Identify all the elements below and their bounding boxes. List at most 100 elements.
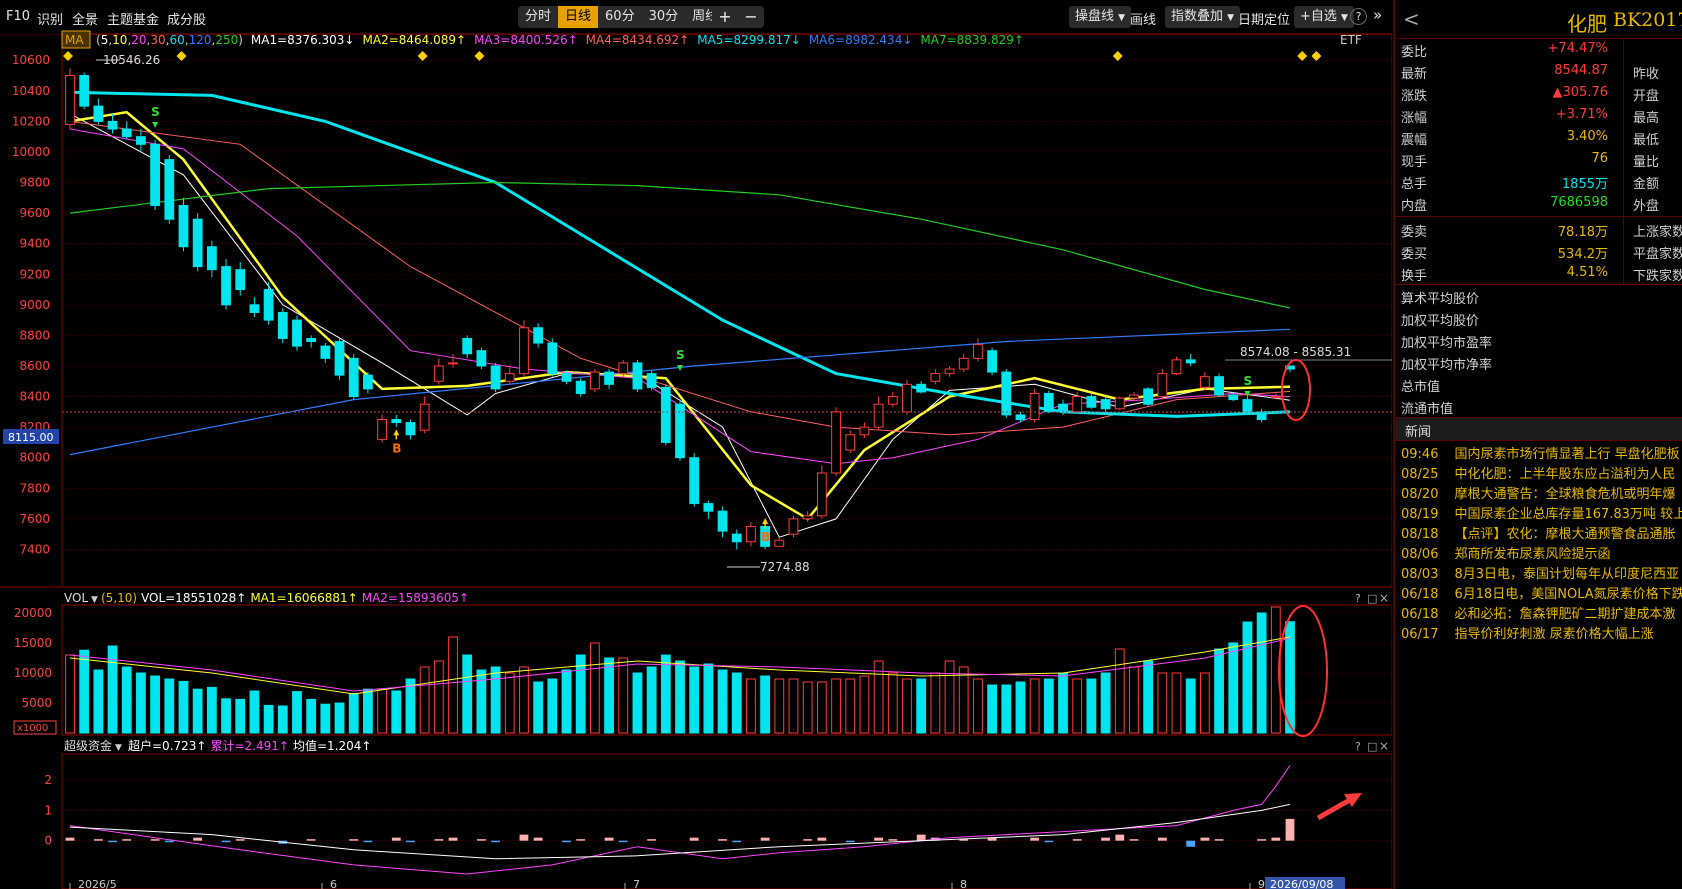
fund-help-icon[interactable]: ?	[1355, 740, 1361, 753]
volume-help-icon[interactable]: ?	[1355, 592, 1361, 605]
quote-row: 涨幅 +3.71% 最高	[1395, 104, 1682, 126]
fund-bar	[1129, 839, 1139, 841]
fund-bar	[122, 839, 132, 841]
news-headline: 必和必拓：詹森钾肥矿二期扩建成本激	[1454, 607, 1676, 622]
news-item[interactable]: 08/20 摩根大通警告：全球粮食危机或明年爆	[1401, 483, 1675, 502]
news-item[interactable]: 08/03 8月3日电，泰国计划每年从印度尼西亚	[1401, 563, 1679, 582]
valuation-item: 加权平均股价	[1401, 314, 1480, 329]
quote-row: 换手 4.51% 下跌家数	[1395, 262, 1682, 284]
quote-label: 涨跌	[1401, 89, 1428, 104]
candle-body	[1086, 396, 1097, 408]
candle-body	[703, 503, 714, 512]
chart-area[interactable]: MA (5,10,20,30,60,120,250) MA1=8376.303↓ M…	[0, 0, 1392, 889]
news-headline: 摩根大通警告：全球粮食危机或明年爆	[1454, 487, 1676, 502]
candle	[221, 258, 231, 310]
candle	[263, 281, 274, 325]
volume-bar	[363, 688, 373, 734]
volume-bar	[1029, 678, 1040, 734]
candle	[1171, 356, 1182, 376]
fund-bar	[491, 840, 500, 843]
candle-body	[1072, 396, 1083, 413]
quote-value: 8544.87	[1554, 63, 1608, 78]
news-item[interactable]: 08/25 中化化肥：上半年股东应占溢利为人民	[1401, 463, 1675, 482]
volume-bar	[533, 681, 544, 734]
fund-bar	[221, 840, 231, 843]
news-headline: 中化化肥：上半年股东应占溢利为人民	[1454, 467, 1676, 482]
fund-title[interactable]: 超级资金	[64, 738, 112, 753]
price-tick-label: 10000	[12, 145, 50, 159]
fund-maximize-icon[interactable]: □	[1367, 740, 1377, 753]
back-icon[interactable]: <	[1403, 7, 1420, 31]
bottom-date-axis: 2026/5 6 7 8 9 2026/09/08	[69, 877, 1345, 889]
quote-row: 委买 534.2万 平盘家数	[1395, 240, 1682, 262]
price-tick-label: 7400	[19, 542, 50, 556]
candle-body	[121, 128, 132, 138]
candle-body	[79, 75, 90, 107]
volume-bar	[519, 666, 529, 734]
candle-body	[433, 365, 444, 382]
candle	[788, 515, 799, 538]
volume-bar	[973, 678, 983, 734]
ma-lines	[69, 90, 1291, 538]
indicator-name: MA	[65, 33, 84, 47]
fund-bar	[1285, 818, 1295, 841]
candle	[1214, 373, 1224, 397]
fund-bar	[108, 840, 117, 843]
volume-tick-label: 20000	[14, 606, 52, 620]
price-tick-label: 8400	[19, 390, 50, 404]
candle	[604, 369, 614, 389]
news-item[interactable]: 06/18 必和必拓：詹森钾肥矿二期扩建成本激	[1401, 603, 1675, 622]
volume-bar	[178, 680, 189, 734]
volume-tick-label: 5000	[21, 696, 52, 710]
fund-bar	[760, 837, 770, 841]
etf-label: ETF	[1340, 33, 1362, 47]
quote-label-secondary: 昨收	[1633, 67, 1660, 82]
fund-bars	[65, 818, 1295, 847]
volume-bar	[589, 642, 600, 734]
candle-body	[476, 350, 487, 367]
ma-line-ma5	[69, 113, 1291, 538]
volume-bar	[816, 681, 827, 734]
quote-label: 震幅	[1401, 133, 1428, 148]
volume-bar	[192, 688, 203, 734]
candle	[206, 240, 217, 278]
candle	[1043, 390, 1054, 414]
news-item[interactable]: 08/18 【点评】农化：摩根大通预警食品通胀	[1401, 523, 1675, 542]
news-item[interactable]: 06/17 指导价利好刺激 尿素价格大幅上涨	[1401, 623, 1654, 642]
candle-body	[632, 362, 643, 390]
ma-legend-item: MA1=8376.303↓	[251, 33, 355, 47]
volume-close-icon[interactable]: ×	[1379, 591, 1389, 605]
quote-value: 7686598	[1550, 195, 1608, 210]
volume-title[interactable]: VOL	[64, 591, 88, 605]
quote-row: 内盘 7686598 外盘	[1395, 192, 1682, 214]
news-time: 08/06	[1401, 547, 1439, 562]
volume-bar	[391, 690, 402, 734]
date-tick-label: 8	[960, 878, 967, 889]
ma-legend-item: MA7=8839.829↑	[920, 33, 1024, 47]
quote-row: 委卖 78.18万 上涨家数	[1395, 218, 1682, 240]
volume-bar	[731, 672, 742, 734]
candle	[277, 307, 288, 344]
ma-legend-item: MA3=8400.526↑	[474, 33, 578, 47]
volume-bar	[1072, 678, 1083, 734]
price-tick-label: 9800	[19, 176, 50, 190]
fund-bar	[1115, 834, 1125, 841]
volume-bar	[334, 702, 345, 734]
candle	[802, 511, 813, 522]
up-arrow-icon	[1316, 793, 1362, 821]
news-item[interactable]: 09:46 国内尿素市场行情显著上行 早盘化肥板	[1401, 443, 1680, 462]
news-item[interactable]: 08/19 中国尿素企业总库存量167.83万吨 较上	[1401, 503, 1682, 522]
fund-close-icon[interactable]: ×	[1379, 739, 1389, 753]
volume-bar	[320, 703, 331, 734]
volume-maximize-icon[interactable]: □	[1367, 592, 1377, 605]
quote-label-secondary: 量比	[1633, 155, 1660, 170]
quote-value: 76	[1591, 151, 1608, 166]
candle-body	[1043, 392, 1054, 413]
news-item[interactable]: 08/06 郑商所发布尿素风险提示函	[1401, 543, 1610, 562]
quote-label: 委比	[1401, 45, 1428, 60]
news-item[interactable]: 06/18 6月18日电，美国NOLA氮尿素价格下跌	[1401, 583, 1682, 602]
quote-label: 委买	[1401, 247, 1428, 262]
ma-param: 120	[189, 33, 212, 47]
volume-bar	[547, 678, 558, 734]
candle-body	[774, 539, 785, 547]
